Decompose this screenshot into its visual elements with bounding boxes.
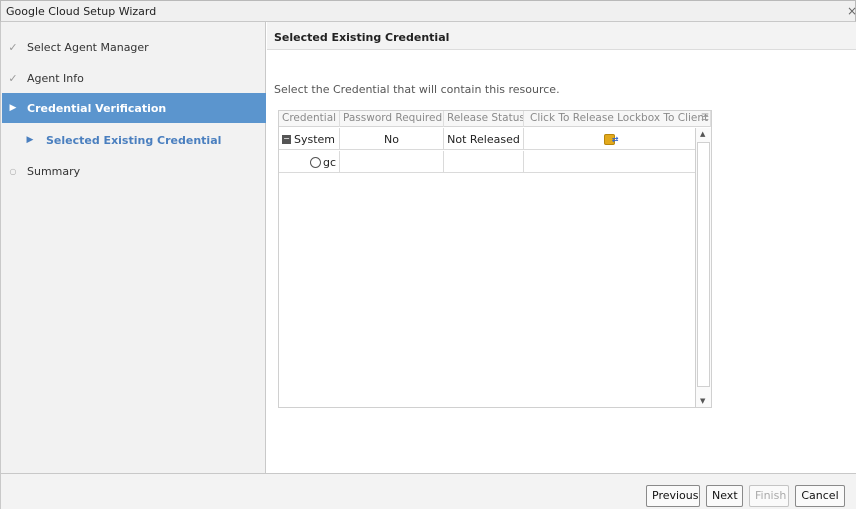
table-row[interactable]: − System No Not Released ⇄: [279, 128, 695, 150]
scroll-up-icon[interactable]: ▲: [700, 130, 705, 138]
caret-right-icon: ▶: [26, 135, 34, 145]
credential-grid: Credential Password Required Release Sta…: [278, 110, 712, 408]
wizard-steps-sidebar: ✓ Select Agent Manager ✓ Agent Info ▶ Cr…: [0, 22, 266, 473]
scroll-down-icon[interactable]: ▼: [700, 397, 705, 405]
window-title: Google Cloud Setup Wizard: [6, 5, 157, 18]
step-select-agent-manager[interactable]: ✓ Select Agent Manager: [2, 32, 266, 62]
credential-cell: gc: [279, 151, 340, 173]
table-row[interactable]: gc: [279, 151, 695, 173]
column-header-release-lockbox[interactable]: Click To Release Lockbox To Client: [524, 111, 711, 127]
cancel-button[interactable]: Cancel: [795, 485, 845, 507]
column-header-release-status[interactable]: Release Status: [444, 111, 524, 127]
previous-button[interactable]: Previous: [646, 485, 700, 507]
column-menu-icon[interactable]: ☰: [701, 113, 709, 123]
panel-title: Selected Existing Credential: [274, 31, 450, 44]
wizard-content: Selected Existing Credential Select the …: [267, 22, 856, 473]
next-button[interactable]: Next: [706, 485, 743, 507]
scroll-thumb[interactable]: [697, 142, 710, 387]
grid-header: Credential Password Required Release Sta…: [279, 111, 711, 127]
panel-header: Selected Existing Credential: [267, 22, 856, 50]
lockbox-release-icon[interactable]: ⇄: [603, 132, 619, 146]
step-label: Credential Verification: [27, 101, 167, 115]
wizard-footer: Previous Next Finish Cancel: [0, 473, 856, 509]
release-status-cell: [444, 151, 524, 173]
credential-name: System: [294, 132, 336, 146]
grid-scrollbar[interactable]: ▲ ▼: [695, 128, 711, 407]
step-agent-info[interactable]: ✓ Agent Info: [2, 63, 266, 93]
finish-button[interactable]: Finish: [749, 485, 789, 507]
credential-cell: − System: [279, 128, 340, 150]
password-required-cell: [340, 151, 444, 173]
check-icon: ✓: [8, 71, 18, 85]
column-header-credential[interactable]: Credential: [279, 111, 340, 127]
check-icon: ✓: [8, 40, 18, 54]
caret-right-icon: ▶: [9, 103, 17, 113]
release-lockbox-cell: ⇄: [524, 128, 695, 150]
password-required-cell: No: [340, 128, 444, 150]
credential-radio[interactable]: [310, 156, 321, 168]
release-lockbox-cell: [524, 151, 695, 173]
release-status-cell: Not Released: [444, 128, 524, 150]
step-credential-verification[interactable]: ▶ Credential Verification: [2, 93, 266, 123]
step-selected-existing-credential[interactable]: ▶ Selected Existing Credential: [2, 125, 266, 155]
instruction-text: Select the Credential that will contain …: [274, 83, 560, 96]
circle-icon: ○: [9, 166, 17, 176]
step-summary[interactable]: ○ Summary: [2, 156, 266, 186]
step-label: Select Agent Manager: [27, 40, 149, 54]
step-label: Selected Existing Credential: [46, 133, 222, 147]
credential-name: gc: [323, 155, 337, 169]
close-icon[interactable]: ×: [847, 4, 856, 18]
step-label: Agent Info: [27, 71, 84, 85]
window-titlebar: Google Cloud Setup Wizard ×: [0, 0, 856, 22]
column-header-password-required[interactable]: Password Required: [340, 111, 444, 127]
collapse-icon[interactable]: −: [282, 134, 291, 144]
step-label: Summary: [27, 164, 81, 178]
